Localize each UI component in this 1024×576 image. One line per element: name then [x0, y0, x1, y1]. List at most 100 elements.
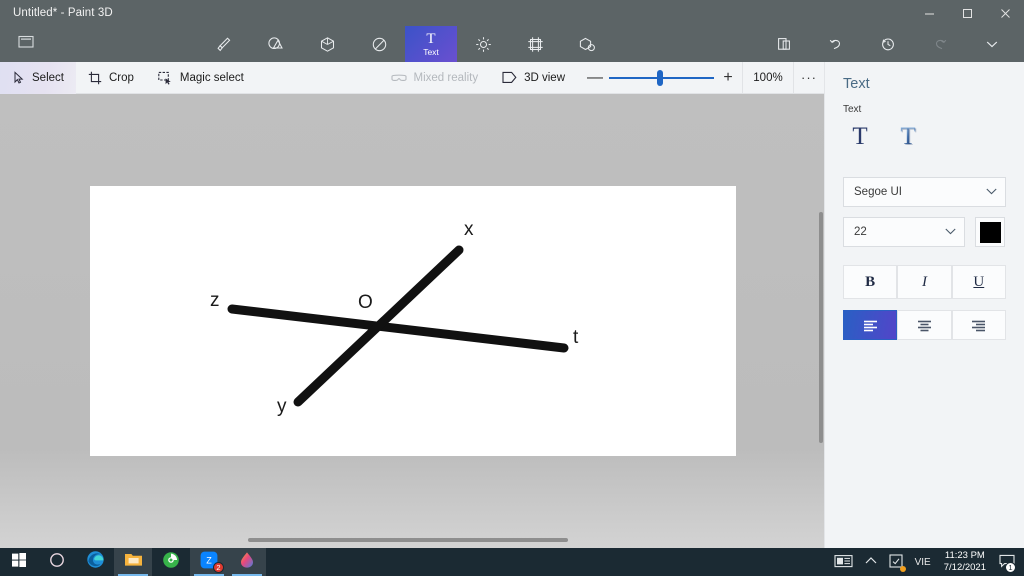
- system-tray: VIE 11:23 PM 7/12/2021 1: [829, 548, 1024, 576]
- panel-title: Text: [843, 76, 870, 92]
- cortana-button[interactable]: [38, 548, 76, 576]
- view-3d-icon: [502, 71, 517, 84]
- shapes-2d-icon: [267, 36, 284, 53]
- align-center-button[interactable]: [897, 310, 952, 340]
- action-center-button[interactable]: 1: [994, 548, 1020, 576]
- text-3d-button[interactable]: T: [891, 121, 925, 151]
- text-2d-icon: T: [852, 122, 868, 150]
- shapes-3d-icon: [319, 36, 336, 53]
- start-button[interactable]: [0, 548, 38, 576]
- font-family-row: Segoe UI: [843, 177, 1006, 207]
- redo-button: [914, 26, 966, 62]
- drawing-canvas[interactable]: x z O t y: [90, 186, 736, 456]
- file-explorer-icon: [124, 551, 143, 573]
- ribbon-bar: T Text: [0, 26, 1024, 62]
- edge-button[interactable]: [76, 548, 114, 576]
- align-left-button[interactable]: [843, 310, 898, 340]
- paint-3d-window: Untitled* - Paint 3D T Text Select Crop …: [0, 0, 1024, 576]
- coccoc-button[interactable]: [152, 548, 190, 576]
- clock[interactable]: 11:23 PM 7/12/2021: [938, 548, 992, 576]
- horizontal-scrollbar[interactable]: [248, 538, 568, 542]
- magic-select-icon: [158, 71, 173, 85]
- italic-button[interactable]: I: [897, 265, 952, 299]
- paste-button[interactable]: [758, 26, 810, 62]
- font-size-dropdown[interactable]: 22: [843, 217, 965, 247]
- undo-button[interactable]: [810, 26, 862, 62]
- zoom-percent-label[interactable]: 100%: [742, 61, 794, 94]
- magic-select-button[interactable]: Magic select: [146, 62, 256, 94]
- zoom-out-button[interactable]: —: [581, 62, 609, 94]
- maximize-button[interactable]: [948, 0, 986, 26]
- tool-2d-shapes[interactable]: [249, 26, 301, 62]
- edge-browser-icon: [86, 550, 105, 574]
- menu-button[interactable]: [0, 34, 52, 54]
- chevron-down-icon: [945, 227, 956, 238]
- tool-3d-shapes[interactable]: [301, 26, 353, 62]
- library-3d-icon: [579, 36, 596, 53]
- windows-taskbar: Z 2 VIE 11:23 PM 7/12/2021 1: [0, 548, 1024, 576]
- canvas-label-z: z: [210, 290, 220, 311]
- action-center-badge: 1: [1005, 562, 1016, 573]
- align-center-icon: [917, 320, 931, 331]
- cursor-arrow-icon: [12, 71, 25, 84]
- color-chip: [979, 221, 1001, 243]
- text-color-button[interactable]: [975, 217, 1005, 247]
- text-2d-button[interactable]: T: [843, 121, 877, 151]
- tool-text[interactable]: T Text: [405, 26, 457, 62]
- canvas-label-t: t: [573, 327, 579, 348]
- crop-button[interactable]: Crop: [76, 62, 146, 94]
- news-weather-button[interactable]: [829, 548, 858, 576]
- zoom-in-button[interactable]: +: [714, 62, 742, 94]
- zoom-slider-thumb[interactable]: [657, 69, 663, 86]
- sync-status-dot: [899, 566, 906, 572]
- bold-button[interactable]: B: [843, 265, 898, 299]
- coccoc-browser-icon: [162, 551, 180, 574]
- tool-brush[interactable]: [197, 26, 249, 62]
- history-button[interactable]: [862, 26, 914, 62]
- align-right-button[interactable]: [951, 310, 1006, 340]
- underline-button[interactable]: U: [951, 265, 1006, 299]
- zoom-controls: — +: [577, 62, 742, 94]
- title-bar: Untitled* - Paint 3D: [0, 0, 1024, 26]
- text-icon: T: [426, 30, 436, 47]
- sync-status-button[interactable]: [884, 548, 908, 576]
- expand-ribbon-button[interactable]: [966, 26, 1018, 62]
- tool-stickers[interactable]: [353, 26, 405, 62]
- file-explorer-button[interactable]: [114, 548, 152, 576]
- paint-3d-icon: [238, 551, 256, 574]
- tool-canvas[interactable]: [509, 26, 561, 62]
- ribbon-tools: T Text: [52, 26, 758, 62]
- crop-icon: [88, 71, 102, 85]
- vertical-scrollbar[interactable]: [819, 212, 823, 443]
- canvas-frame-icon: [527, 36, 544, 53]
- text-3d-icon: T: [900, 122, 916, 150]
- font-style-buttons: B I U: [843, 265, 1006, 299]
- text-type-options: T T: [843, 121, 1006, 151]
- more-options-button[interactable]: ···: [794, 62, 824, 94]
- windows-start-icon: [11, 552, 27, 573]
- font-size-value: 22: [854, 226, 867, 238]
- zalo-button[interactable]: Z 2: [190, 548, 228, 576]
- cortana-circle-icon: [49, 552, 65, 573]
- effects-sun-icon: [475, 36, 492, 53]
- tool-3d-library[interactable]: [561, 26, 613, 62]
- font-family-dropdown[interactable]: Segoe UI: [843, 177, 1006, 207]
- menu-icon: [17, 34, 35, 54]
- language-indicator[interactable]: VIE: [910, 548, 936, 576]
- brush-icon: [215, 36, 232, 53]
- text-section-label: Text: [843, 104, 862, 115]
- mixed-reality-label: Mixed reality: [413, 71, 479, 84]
- paint-3d-button[interactable]: [228, 548, 266, 576]
- minimize-button[interactable]: [910, 0, 948, 26]
- zoom-slider[interactable]: [609, 62, 714, 94]
- close-button[interactable]: [986, 0, 1024, 26]
- select-button[interactable]: Select: [0, 61, 76, 94]
- view-3d-label: 3D view: [524, 71, 565, 84]
- show-hidden-icons-button[interactable]: [860, 548, 882, 576]
- mixed-reality-icon: [391, 72, 407, 84]
- tool-effects[interactable]: [457, 26, 509, 62]
- canvas-work-area[interactable]: x z O t y: [0, 94, 824, 548]
- font-size-row: 22: [843, 217, 1006, 247]
- crop-label: Crop: [108, 71, 134, 84]
- view-3d-button[interactable]: 3D view: [490, 62, 577, 94]
